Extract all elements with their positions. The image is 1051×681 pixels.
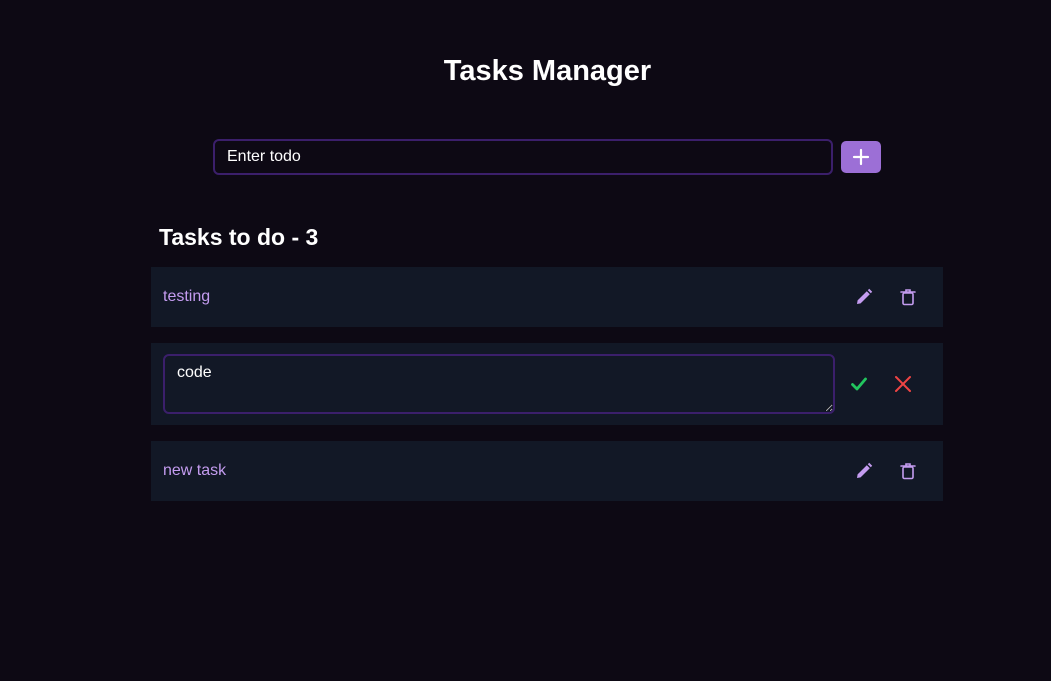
edit-task-button[interactable] (842, 277, 886, 317)
task-text: new task (163, 462, 227, 479)
tasks-app: Tasks Manager Tasks to do - 3 testing (0, 0, 1051, 681)
edit-task-button[interactable] (842, 451, 886, 491)
delete-task-button[interactable] (886, 277, 930, 317)
check-icon (851, 377, 867, 391)
add-todo-button[interactable] (841, 141, 881, 173)
plus-icon (852, 148, 870, 166)
tasks-heading: Tasks to do - 3 (159, 224, 319, 250)
save-edit-button[interactable] (837, 364, 881, 404)
todo-input[interactable] (213, 139, 833, 175)
task-text: testing (163, 288, 211, 305)
task-item: testing (151, 267, 943, 327)
cancel-edit-button[interactable] (881, 364, 925, 404)
task-item: new task (151, 441, 943, 501)
page-title: Tasks Manager (443, 55, 652, 87)
pencil-icon (857, 462, 873, 478)
trash-icon (900, 289, 916, 306)
trash-icon (900, 463, 916, 480)
task-item-editing: code (151, 343, 943, 425)
add-todo-form (213, 139, 881, 175)
delete-task-button[interactable] (886, 451, 930, 491)
edit-task-textarea[interactable]: code (163, 354, 835, 414)
pencil-icon (857, 288, 873, 304)
close-icon (895, 376, 911, 392)
